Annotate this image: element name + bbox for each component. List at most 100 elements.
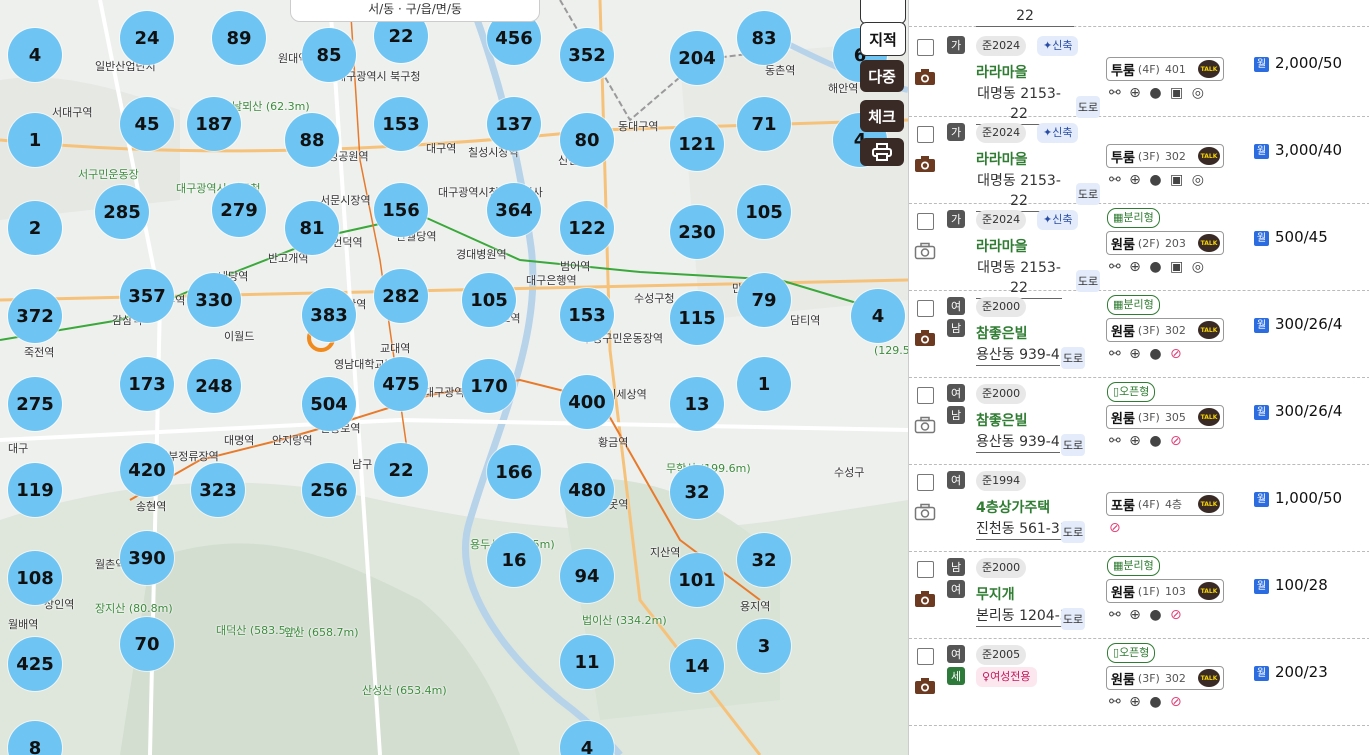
map-cluster-marker[interactable]: 420 <box>120 443 174 497</box>
map-cluster-marker[interactable]: 173 <box>120 357 174 411</box>
room-info-box[interactable]: 투룸 (4F) 401 TALK <box>1106 57 1224 81</box>
map-cluster-marker[interactable]: 105 <box>462 273 516 327</box>
building-name[interactable]: 참좋은빌 <box>976 323 1028 343</box>
map-cluster-marker[interactable]: 475 <box>374 357 428 411</box>
listing-row[interactable]: 가 준2024 ✦신축 라라마을 대명동 2153-22 도로 투룸 (4F) 401 TALK… <box>909 30 1369 125</box>
listing-row-partial[interactable]: 22 <box>909 0 1369 27</box>
map-cluster-marker[interactable]: 119 <box>8 463 62 517</box>
listing-checkbox[interactable] <box>917 474 934 491</box>
room-info-box[interactable]: 투룸 (3F) 302 TALK <box>1106 144 1224 168</box>
map-cluster-marker[interactable]: 32 <box>737 533 791 587</box>
listing-checkbox[interactable] <box>917 300 934 317</box>
map-cluster-marker[interactable]: 504 <box>302 377 356 431</box>
kakao-talk-icon[interactable]: TALK <box>1198 321 1220 339</box>
kakao-talk-icon[interactable]: TALK <box>1198 408 1220 426</box>
camera-filled-icon[interactable] <box>914 68 936 86</box>
listing-checkbox[interactable] <box>917 126 934 143</box>
check-button[interactable]: 체크 <box>860 100 904 132</box>
building-name[interactable]: 라라마을 <box>976 236 1028 256</box>
cadastral-button[interactable]: 지적 <box>860 22 906 56</box>
map-cluster-marker[interactable]: 121 <box>670 117 724 171</box>
map-cluster-marker[interactable]: 153 <box>560 288 614 342</box>
listing-row[interactable]: 남 여 준2000 무지개 본리동 1204-3 도로 ▦분리형 원룸 (1F) 103 TALK… <box>909 552 1369 639</box>
map-cluster-marker[interactable]: 166 <box>487 445 541 499</box>
map-cluster-marker[interactable]: 383 <box>302 288 356 342</box>
map-cluster-marker[interactable]: 85 <box>302 28 356 82</box>
listing-checkbox[interactable] <box>917 387 934 404</box>
map-cluster-marker[interactable]: 13 <box>670 377 724 431</box>
building-name[interactable]: 무지개 <box>976 584 1015 604</box>
listing-row[interactable]: 여 준1994 4층상가주택 진천동 561-31 도로 포룸 (4F) 4층 TALK ⊘ 월 1… <box>909 465 1369 552</box>
camera-filled-icon[interactable] <box>914 677 936 695</box>
camera-filled-icon[interactable] <box>914 155 936 173</box>
listing-row[interactable]: 가 준2024 ✦신축 라라마을 대명동 2153-22 도로 ▦분리형 원룸 (2F) 203… <box>909 204 1369 299</box>
map-cluster-marker[interactable]: 108 <box>8 551 62 605</box>
map-cluster-marker[interactable]: 2 <box>8 201 62 255</box>
listing-checkbox[interactable] <box>917 39 934 56</box>
map-cluster-marker[interactable]: 70 <box>120 617 174 671</box>
map-cluster-marker[interactable]: 230 <box>670 205 724 259</box>
map-cluster-marker[interactable]: 256 <box>302 463 356 517</box>
map-cluster-marker[interactable]: 3 <box>737 619 791 673</box>
listing-checkbox[interactable] <box>917 648 934 665</box>
map-cluster-marker[interactable]: 323 <box>191 463 245 517</box>
map-cluster-marker[interactable]: 330 <box>187 273 241 327</box>
camera-filled-icon[interactable] <box>914 329 936 347</box>
listing-panel[interactable]: 22 가 준2024 ✦신축 라라마을 대명동 2153-22 도로 투룸 (4F) 401 T… <box>908 0 1369 755</box>
map-cluster-marker[interactable]: 425 <box>8 637 62 691</box>
map-cluster-marker[interactable]: 372 <box>8 289 62 343</box>
map-cluster-marker[interactable]: 45 <box>120 97 174 151</box>
map-cluster-marker[interactable]: 364 <box>487 183 541 237</box>
map-cluster-marker[interactable]: 11 <box>560 635 614 689</box>
building-name[interactable]: 4층상가주택 <box>976 497 1050 517</box>
map-cluster-marker[interactable]: 1 <box>8 113 62 167</box>
map-cluster-marker[interactable]: 101 <box>670 553 724 607</box>
map-cluster-marker[interactable]: 105 <box>737 185 791 239</box>
print-button[interactable] <box>860 138 904 166</box>
room-info-box[interactable]: 원룸 (3F) 302 TALK <box>1106 666 1224 690</box>
map-cluster-marker[interactable]: 285 <box>95 185 149 239</box>
map-cluster-marker[interactable]: 170 <box>462 359 516 413</box>
room-info-box[interactable]: 원룸 (3F) 302 TALK <box>1106 318 1224 342</box>
listing-row[interactable]: 여 남 준2000 참좋은빌 용산동 939-4 도로 ▦분리형 원룸 (3F) 302 TALK… <box>909 291 1369 378</box>
kakao-talk-icon[interactable]: TALK <box>1198 582 1220 600</box>
camera-outline-icon[interactable] <box>914 416 936 434</box>
building-name[interactable]: 참좋은빌 <box>976 410 1028 430</box>
map-cluster-marker[interactable]: 94 <box>560 549 614 603</box>
map-cluster-marker[interactable]: 32 <box>670 465 724 519</box>
listing-row[interactable]: 여 남 준2000 참좋은빌 용산동 939-4 도로 ▯오픈형 원룸 (3F) 305 TALK… <box>909 378 1369 465</box>
map-cluster-marker[interactable]: 1 <box>737 357 791 411</box>
map-cluster-marker[interactable]: 16 <box>487 533 541 587</box>
map-cluster-marker[interactable]: 24 <box>120 11 174 65</box>
room-info-box[interactable]: 원룸 (3F) 305 TALK <box>1106 405 1224 429</box>
listing-checkbox[interactable] <box>917 561 934 578</box>
building-name[interactable]: 라라마을 <box>976 149 1028 169</box>
map-cluster-marker[interactable]: 89 <box>212 11 266 65</box>
map-cluster-marker[interactable]: 22 <box>374 443 428 497</box>
map-cluster-marker[interactable]: 400 <box>560 375 614 429</box>
camera-outline-icon[interactable] <box>914 242 936 260</box>
kakao-talk-icon[interactable]: TALK <box>1198 234 1220 252</box>
map-cluster-marker[interactable]: 137 <box>487 97 541 151</box>
camera-filled-icon[interactable] <box>914 590 936 608</box>
map-view[interactable]: 서대구역 서구민운동장 대구광역시 서구청 날뫼산 (62.3m) 대구광역시 북구청 달… <box>0 0 908 755</box>
map-cluster-marker[interactable]: 14 <box>670 639 724 693</box>
map-cluster-marker[interactable]: 153 <box>374 97 428 151</box>
map-cluster-marker[interactable]: 71 <box>737 97 791 151</box>
map-cluster-marker[interactable]: 352 <box>560 28 614 82</box>
building-name[interactable]: 라라마을 <box>976 62 1028 82</box>
map-cluster-marker[interactable]: 88 <box>285 113 339 167</box>
map-cluster-marker[interactable]: 4 <box>8 28 62 82</box>
map-cluster-marker[interactable]: 480 <box>560 463 614 517</box>
room-info-box[interactable]: 포룸 (4F) 4층 TALK <box>1106 492 1224 516</box>
listing-row[interactable]: 가 준2024 ✦신축 라라마을 대명동 2153-22 도로 투룸 (3F) 302 TALK… <box>909 117 1369 212</box>
map-cluster-marker[interactable]: 187 <box>187 97 241 151</box>
map-cluster-marker[interactable]: 122 <box>560 201 614 255</box>
map-cluster-marker[interactable]: 81 <box>285 201 339 255</box>
map-cluster-marker[interactable]: 204 <box>670 31 724 85</box>
top-map-button[interactable] <box>860 0 906 24</box>
map-cluster-marker[interactable]: 390 <box>120 531 174 585</box>
listing-checkbox[interactable] <box>917 213 934 230</box>
map-cluster-marker[interactable]: 115 <box>670 291 724 345</box>
map-cluster-marker[interactable]: 282 <box>374 269 428 323</box>
